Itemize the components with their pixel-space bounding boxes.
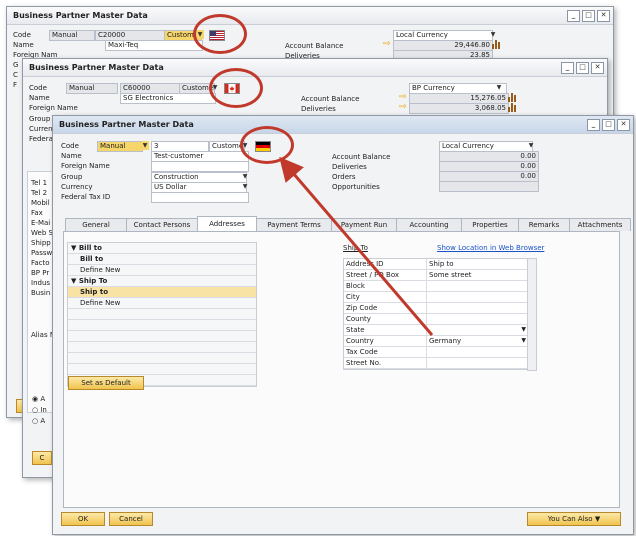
red-arrow-annotation xyxy=(279,156,434,336)
